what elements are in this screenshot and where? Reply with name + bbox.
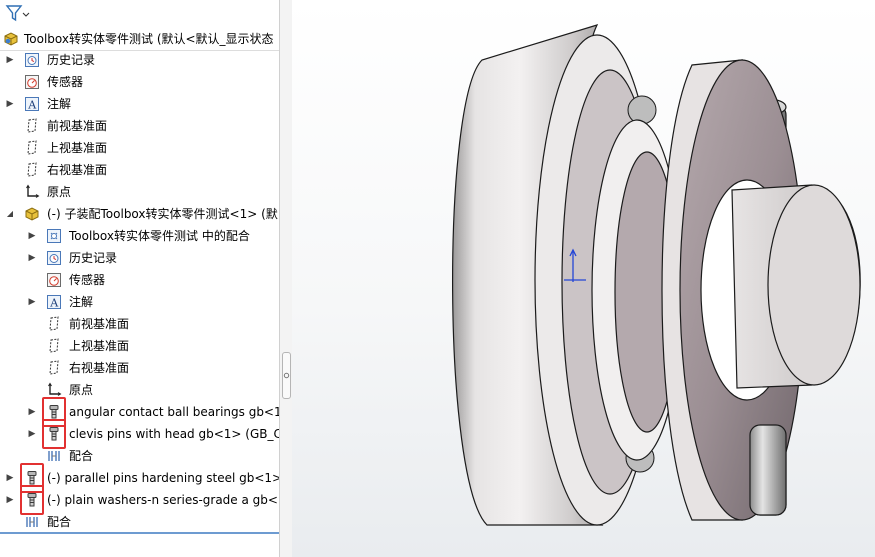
expand-arrow-icon[interactable]: ▶ [26, 401, 38, 423]
plane-icon [46, 338, 62, 354]
tree-item-label: 前视基准面 [69, 317, 130, 331]
panel-splitter[interactable] [279, 0, 292, 557]
tree-item-label: 上视基准面 [47, 141, 108, 155]
tree-item[interactable]: ▶ A 注解 [0, 291, 279, 313]
plane-icon [24, 162, 40, 178]
plane-icon [46, 360, 62, 376]
tree-item[interactable]: ◢ (-) 子装配Toolbox转实体零件测试<1> (默 [0, 203, 279, 225]
tree-item[interactable]: ▶ 历史记录 [0, 247, 279, 269]
tree-item-label: 原点 [69, 383, 94, 397]
history-icon [24, 52, 40, 68]
splitter-handle[interactable] [282, 352, 291, 399]
tree-item-label: (-) plain washers-n series-grade a gb<1 [47, 493, 280, 507]
3d-viewport[interactable] [292, 0, 875, 557]
assembly-icon [3, 31, 19, 47]
expand-arrow-icon[interactable]: ▶ [26, 291, 38, 313]
history-icon [46, 250, 62, 266]
expand-arrow-icon[interactable]: ▶ [26, 247, 38, 269]
plane-icon [24, 118, 40, 134]
mates-icon [46, 448, 62, 464]
panel-bottom-rule [0, 532, 279, 534]
tree-root[interactable]: Toolbox转实体零件测试 (默认<默认_显示状态 [0, 28, 279, 51]
tree-item[interactable]: 右视基准面 [0, 159, 279, 181]
expand-arrow-icon[interactable]: ▶ [26, 225, 38, 247]
tree-item-label: 传感器 [69, 273, 106, 287]
tree-item[interactable]: 前视基准面 [0, 115, 279, 137]
plane-icon [46, 316, 62, 332]
tree-item[interactable]: ▶ Toolbox转实体零件测试 中的配合 [0, 225, 279, 247]
expand-arrow-icon[interactable]: ▶ [4, 49, 16, 71]
mates-folder-icon [46, 228, 62, 244]
tree-item-label: 右视基准面 [69, 361, 130, 375]
tree-item[interactable]: ▶ 历史记录 [0, 49, 279, 71]
tree-item-label: 注解 [69, 295, 94, 309]
tree-item[interactable]: 前视基准面 [0, 313, 279, 335]
filter-icon[interactable] [4, 4, 30, 24]
sensor-icon [46, 272, 62, 288]
tree-item-label: clevis pins with head gb<1> (GB_CO [69, 427, 280, 441]
origin-icon [24, 184, 40, 200]
tree-item[interactable]: ▶ A 注解 [0, 93, 279, 115]
svg-text:A: A [49, 297, 59, 310]
tree-item-label: 配合 [47, 515, 72, 529]
tree-item-label: 前视基准面 [47, 119, 108, 133]
annotation-icon: A [24, 96, 40, 112]
tree-item-label: 历史记录 [69, 251, 118, 265]
mates-icon [24, 514, 40, 530]
tree-item-label: 原点 [47, 185, 72, 199]
tree-item-label: 上视基准面 [69, 339, 130, 353]
tree-item[interactable]: 传感器 [0, 71, 279, 93]
svg-text:A: A [27, 99, 37, 112]
tree-item-label: 注解 [47, 97, 72, 111]
tree-item[interactable]: 上视基准面 [0, 335, 279, 357]
collapse-arrow-icon[interactable]: ◢ [4, 203, 16, 225]
expand-arrow-icon[interactable]: ▶ [4, 467, 16, 489]
tree-item-label: 右视基准面 [47, 163, 108, 177]
annotation-icon: A [46, 294, 62, 310]
sensor-icon [24, 74, 40, 90]
tree-item[interactable]: 右视基准面 [0, 357, 279, 379]
tree-item[interactable]: 传感器 [0, 269, 279, 291]
tree-item-label: (-) 子装配Toolbox转实体零件测试<1> (默 [47, 207, 278, 221]
tree-item[interactable]: 上视基准面 [0, 137, 279, 159]
filter-bar [0, 0, 279, 28]
tree-item-label: angular contact ball bearings gb<1 [69, 405, 280, 419]
tree-item-label: 历史记录 [47, 53, 96, 67]
tree-item-label: 传感器 [47, 75, 84, 89]
tree-root-label: Toolbox转实体零件测试 (默认<默认_显示状态 [24, 32, 274, 46]
tree-item[interactable]: ▶ clevis pins with head gb<1> (GB_CO [0, 419, 280, 449]
tree-item-label: (-) parallel pins hardening steel gb<1> [47, 471, 280, 485]
cad-model [452, 24, 861, 526]
subassembly-icon [24, 206, 40, 222]
tree-item[interactable]: 原点 [0, 181, 279, 203]
expand-arrow-icon[interactable]: ▶ [26, 423, 38, 445]
origin-icon [46, 382, 62, 398]
tree-item[interactable]: ▶ (-) plain washers-n series-grade a gb<1 [0, 485, 280, 515]
tree-item-label: Toolbox转实体零件测试 中的配合 [69, 229, 250, 243]
expand-arrow-icon[interactable]: ▶ [4, 93, 16, 115]
tree-item[interactable]: 配合 [0, 511, 279, 533]
plane-icon [24, 140, 40, 156]
tree-item-label: 配合 [69, 449, 94, 463]
expand-arrow-icon[interactable]: ▶ [4, 489, 16, 511]
feature-manager-tree: Toolbox转实体零件测试 (默认<默认_显示状态 ▶ 历史记录 传感器 ▶ A 注解前… [0, 0, 280, 557]
